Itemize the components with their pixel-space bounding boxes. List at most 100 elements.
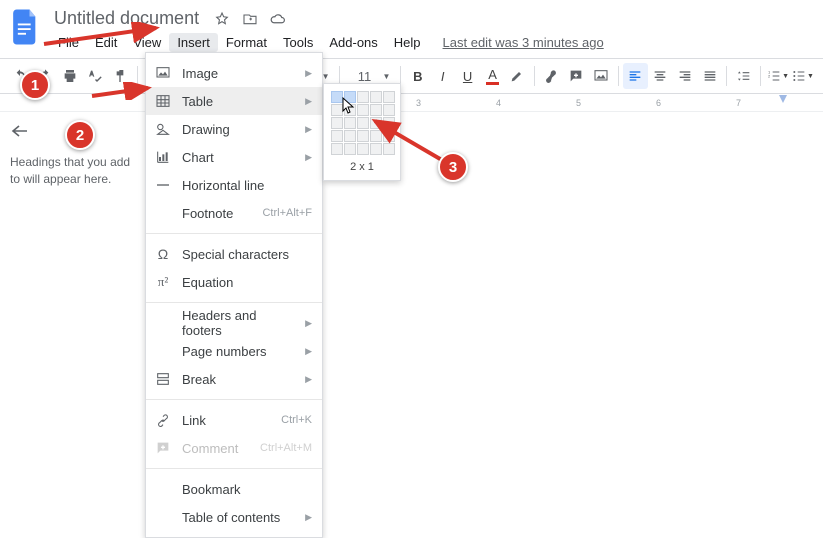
print-button[interactable]: [58, 63, 83, 89]
numbered-list-button[interactable]: 12▼: [765, 63, 790, 89]
insert-image-button[interactable]: [589, 63, 614, 89]
table-picker-cell[interactable]: [344, 143, 356, 155]
submenu-arrow-icon: ▶: [305, 124, 312, 135]
table-picker-cell[interactable]: [370, 117, 382, 129]
break-icon: [154, 370, 172, 388]
menu-item-label: Drawing: [182, 122, 295, 137]
blank-icon: [154, 342, 172, 360]
insert-menu-headers-and-footers[interactable]: Headers and footers▶: [146, 309, 322, 337]
chart-icon: [154, 148, 172, 166]
shortcut-label: Ctrl+Alt+F: [262, 207, 312, 219]
table-picker-cell[interactable]: [383, 91, 395, 103]
menu-insert[interactable]: Insert: [169, 33, 218, 52]
menu-item-label: Headers and footers: [182, 308, 295, 338]
menu-view[interactable]: View: [125, 33, 169, 52]
insert-menu-horizontal-line[interactable]: Horizontal line: [146, 171, 322, 199]
indent-marker-right[interactable]: [779, 95, 787, 103]
align-left-button[interactable]: [623, 63, 648, 89]
insert-menu-page-numbers[interactable]: Page numbers▶: [146, 337, 322, 365]
table-icon: [154, 92, 172, 110]
table-picker-cell[interactable]: [383, 143, 395, 155]
menu-item-label: Link: [182, 413, 271, 428]
table-picker-cell[interactable]: [357, 104, 369, 116]
pi-icon: π²: [154, 273, 172, 291]
menu-help[interactable]: Help: [386, 33, 429, 52]
table-picker-cell[interactable]: [357, 130, 369, 142]
table-picker-cell[interactable]: [357, 143, 369, 155]
menu-tools[interactable]: Tools: [275, 33, 321, 52]
table-picker-cell[interactable]: [344, 130, 356, 142]
cloud-status-icon[interactable]: [269, 10, 287, 28]
menu-item-label: Equation: [182, 275, 312, 290]
align-justify-button[interactable]: [697, 63, 722, 89]
ruler[interactable]: 1 2 3 4 5 6 7: [0, 94, 823, 112]
insert-menu-dropdown: Image▶ Table ▶ Drawing ▶ Chart▶Horizontal lin…: [145, 52, 323, 538]
menu-file[interactable]: File: [50, 33, 87, 52]
highlight-button[interactable]: [505, 63, 530, 89]
annotation-badge-1: 1: [20, 70, 50, 100]
docs-logo[interactable]: [8, 6, 44, 48]
insert-menu-chart[interactable]: Chart▶: [146, 143, 322, 171]
ruler-tick: 4: [496, 98, 501, 108]
line-spacing-button[interactable]: [731, 63, 756, 89]
ruler-tick: 7: [736, 98, 741, 108]
table-picker-cell[interactable]: [370, 91, 382, 103]
menu-format[interactable]: Format: [218, 33, 275, 52]
ruler-tick: 6: [656, 98, 661, 108]
insert-menu-equation[interactable]: π² Equation: [146, 268, 322, 296]
table-picker-cell[interactable]: [383, 117, 395, 129]
paint-format-button[interactable]: [108, 63, 133, 89]
bulleted-list-button[interactable]: ▼: [790, 63, 815, 89]
italic-button[interactable]: I: [430, 63, 455, 89]
document-title[interactable]: Untitled document: [50, 8, 203, 29]
menu-addons[interactable]: Add-ons: [321, 33, 385, 52]
table-size-picker[interactable]: 2 x 1: [323, 83, 401, 181]
table-picker-cell[interactable]: [331, 117, 343, 129]
last-edit-link[interactable]: Last edit was 3 minutes ago: [443, 35, 604, 50]
submenu-arrow-icon: ▶: [305, 512, 312, 523]
footnote-icon: [154, 204, 172, 222]
move-icon[interactable]: [241, 10, 259, 28]
text-color-button[interactable]: A: [480, 63, 505, 89]
table-picker-cell[interactable]: [357, 117, 369, 129]
ruler-tick: 5: [576, 98, 581, 108]
font-size-select[interactable]: 11▼: [344, 69, 396, 84]
menu-item-label: Table of contents: [182, 510, 295, 525]
align-right-button[interactable]: [672, 63, 697, 89]
insert-menu-table[interactable]: Table ▶: [146, 87, 322, 115]
spellcheck-button[interactable]: [83, 63, 108, 89]
submenu-arrow-icon: ▶: [305, 68, 312, 79]
table-picker-cell[interactable]: [370, 130, 382, 142]
header-bar: Untitled document File Edit View Insert …: [0, 0, 823, 58]
table-picker-cell[interactable]: [357, 91, 369, 103]
submenu-arrow-icon: ▶: [305, 96, 312, 107]
bold-button[interactable]: B: [405, 63, 430, 89]
blank-icon: [154, 314, 172, 332]
menu-edit[interactable]: Edit: [87, 33, 125, 52]
submenu-arrow-icon: ▶: [305, 374, 312, 385]
table-picker-cell[interactable]: [370, 143, 382, 155]
insert-menu-link[interactable]: LinkCtrl+K: [146, 406, 322, 434]
table-picker-cell[interactable]: [383, 104, 395, 116]
table-picker-cell[interactable]: [370, 104, 382, 116]
insert-link-button[interactable]: [539, 63, 564, 89]
underline-button[interactable]: U: [455, 63, 480, 89]
insert-menu-image[interactable]: Image▶: [146, 59, 322, 87]
align-center-button[interactable]: [648, 63, 673, 89]
table-picker-cell[interactable]: [331, 130, 343, 142]
table-picker-cell[interactable]: [383, 130, 395, 142]
insert-menu-drawing[interactable]: Drawing ▶: [146, 115, 322, 143]
insert-menu-table-of-contents[interactable]: Table of contents ▶: [146, 503, 322, 531]
insert-menu-footnote[interactable]: FootnoteCtrl+Alt+F: [146, 199, 322, 227]
menu-item-label: Table: [182, 94, 295, 109]
add-comment-button[interactable]: [564, 63, 589, 89]
hr-icon: [154, 176, 172, 194]
star-icon[interactable]: [213, 10, 231, 28]
menu-item-label: Bookmark: [182, 482, 312, 497]
comment-icon: [154, 439, 172, 457]
table-picker-cell[interactable]: [344, 117, 356, 129]
insert-menu-special-characters[interactable]: ΩSpecial characters: [146, 240, 322, 268]
table-picker-cell[interactable]: [331, 143, 343, 155]
insert-menu-break[interactable]: Break▶: [146, 365, 322, 393]
insert-menu-bookmark[interactable]: Bookmark: [146, 475, 322, 503]
